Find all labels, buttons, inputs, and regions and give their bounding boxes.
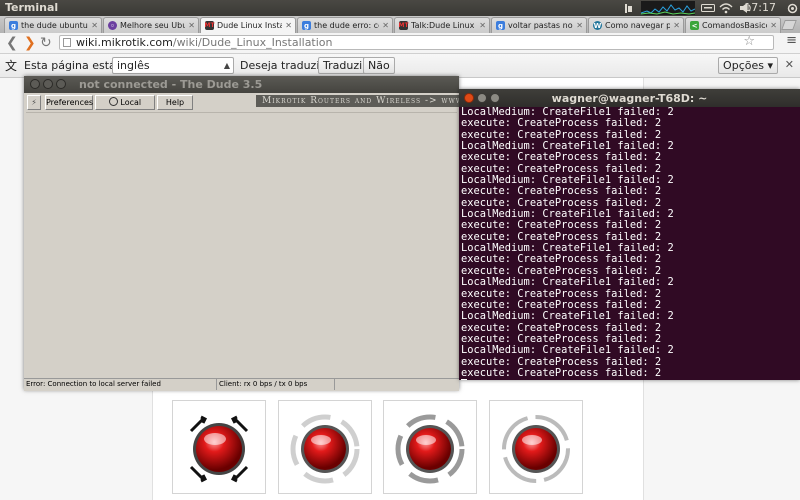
active-app-title: Terminal <box>5 1 59 14</box>
translate-icon: 文 <box>5 59 18 73</box>
dude-window-title: not connected - The Dude 3.5 <box>79 78 263 91</box>
red-button-gray-arrows-icon[interactable] <box>383 400 477 494</box>
tab-melhore-seu-ubuntu[interactable]: ◦ Melhore seu Ubun ✕ <box>103 17 199 33</box>
tab-title: the dude ubuntu - <box>21 21 89 30</box>
forward-arrow-icon[interactable]: ❯ <box>24 35 36 51</box>
url-input[interactable]: wiki.mikrotik.com/wiki/Dude_Linux_Instal… <box>59 35 774 50</box>
terminal-window[interactable]: wagner@wagner-T68D: ~ LocalMedium: Creat… <box>459 89 800 380</box>
tab-strip: g the dude ubuntu - ✕ ◦ Melhore seu Ubun… <box>0 16 800 33</box>
dropbox-icon[interactable] <box>622 0 634 16</box>
terminal-line: execute: CreateProcess failed: 2 <box>461 117 662 130</box>
tab-title: voltar pastas no te <box>508 21 573 30</box>
google-icon: g <box>302 21 311 30</box>
dude-status-bar: Error: Connection to local server failed… <box>24 378 459 391</box>
address-bar: ❮ ❯ ↻ wiki.mikrotik.com/wiki/Dude_Linux_… <box>0 33 800 54</box>
terminal-line: LocalMedium: CreateFile1 failed: 2 <box>461 310 674 323</box>
status-empty <box>334 379 459 390</box>
dude-workspace <box>26 112 457 379</box>
no-translate-button[interactable]: Não <box>363 57 395 74</box>
tab-dude-linux-installation[interactable]: MT Dude Linux Installa ✕ <box>200 17 296 33</box>
tab-the-dude-ubuntu[interactable]: g the dude ubuntu - ✕ <box>4 17 102 33</box>
system-monitor-icon[interactable] <box>640 0 696 16</box>
bookmark-star-icon[interactable]: ☆ <box>743 35 755 48</box>
status-client: Client: rx 0 bps / tx 0 bps <box>216 379 334 390</box>
green-icon: < <box>690 21 699 30</box>
dude-window[interactable]: not connected - The Dude 3.5 ⚡ Preferenc… <box>24 76 459 391</box>
close-tab-icon[interactable]: ✕ <box>770 21 777 30</box>
close-tab-icon[interactable]: ✕ <box>576 21 583 30</box>
mikrotik-banner[interactable]: Mikrotik Routers and Wireless -> www <box>256 95 459 107</box>
tab-the-dude-erro[interactable]: g the dude erro: con ✕ <box>297 17 393 33</box>
red-button-black-arrows-icon[interactable] <box>172 400 266 494</box>
minimize-window-icon[interactable] <box>43 79 53 89</box>
terminal-window-title: wagner@wagner-T68D: ~ <box>551 92 708 105</box>
menu-icon[interactable]: ≡ <box>786 33 797 48</box>
url-path: /wiki/Dude_Linux_Installation <box>172 36 333 49</box>
tab-title: the dude erro: con <box>314 21 379 30</box>
tab-voltar-pastas[interactable]: g voltar pastas no te ✕ <box>491 17 587 33</box>
wordpress-icon: W <box>593 21 602 30</box>
options-button[interactable]: Opções ▾ <box>718 57 778 74</box>
google-icon: g <box>9 21 18 30</box>
back-arrow-icon[interactable]: ❮ <box>6 35 18 51</box>
tab-title: Como navegar pelo <box>605 21 670 30</box>
terminal-line: execute: CreateProcess failed: 2 <box>461 366 662 379</box>
server-status-icon <box>108 97 118 106</box>
mikrotik-icon: MT <box>204 21 215 30</box>
power-gear-icon[interactable] <box>786 0 798 16</box>
keyboard-icon[interactable] <box>700 0 716 16</box>
help-button[interactable]: Help <box>157 95 193 110</box>
mikrotik-icon: MT <box>398 21 409 30</box>
close-window-icon[interactable] <box>30 79 40 89</box>
language-select[interactable]: inglês ▲ <box>112 57 234 74</box>
google-icon: g <box>496 21 505 30</box>
wifi-icon[interactable] <box>718 0 734 16</box>
maximize-window-icon[interactable] <box>56 79 66 89</box>
ubuntu-icon: ◦ <box>108 21 117 30</box>
close-tab-icon[interactable]: ✕ <box>188 21 195 30</box>
tab-title: Melhore seu Ubun <box>120 21 186 30</box>
local-server-button[interactable]: Local Server <box>95 95 155 120</box>
preferences-button[interactable]: Preferences <box>45 95 93 110</box>
terminal-output[interactable]: LocalMedium: CreateFile1 failed: 2 execu… <box>461 107 800 380</box>
tab-como-navegar[interactable]: W Como navegar pelo ✕ <box>588 17 684 33</box>
close-translate-icon[interactable]: ✕ <box>785 58 794 71</box>
close-tab-icon[interactable]: ✕ <box>673 21 680 30</box>
new-tab-button[interactable] <box>781 20 797 30</box>
reload-icon[interactable]: ↻ <box>40 35 52 51</box>
connect-lightning-icon[interactable]: ⚡ <box>27 95 41 110</box>
terminal-title-bar[interactable]: wagner@wagner-T68D: ~ <box>459 89 800 107</box>
chevron-down-icon: ▲ <box>223 61 230 70</box>
tab-title: Dude Linux Installa <box>217 21 282 30</box>
tab-comandos-basicos[interactable]: < ComandosBasicos - ✕ <box>685 17 781 33</box>
url-host: wiki.mikrotik.com <box>76 36 173 49</box>
page-icon <box>63 38 71 47</box>
close-tab-icon[interactable]: ✕ <box>479 21 486 30</box>
dude-title-bar[interactable]: not connected - The Dude 3.5 <box>24 76 459 93</box>
options-label: Opções <box>723 59 764 72</box>
red-button-gray-arrows-icon[interactable] <box>278 400 372 494</box>
close-tab-icon[interactable]: ✕ <box>91 21 98 30</box>
red-button-circular-arrows-icon[interactable] <box>489 400 583 494</box>
clock[interactable]: 17:17 <box>744 1 776 14</box>
terminal-line: LocalMedium: CreateFile1 failed: 2 <box>461 276 674 289</box>
close-tab-icon[interactable]: ✕ <box>382 21 389 30</box>
close-tab-icon[interactable]: ✕ <box>285 21 292 30</box>
translate-bar: 文 Esta página está em inglês ▲ Deseja tr… <box>0 54 800 78</box>
terminal-prompt-line[interactable] <box>461 379 800 380</box>
language-select-value: inglês <box>117 59 150 72</box>
tab-title: Talk:Dude Linux In <box>411 21 476 30</box>
terminal-line: LocalMedium: CreateFile1 failed: 2 <box>461 344 674 357</box>
tab-title: ComandosBasicos - <box>702 21 767 30</box>
terminal-cursor <box>461 379 467 380</box>
status-error: Error: Connection to local server failed <box>26 380 161 388</box>
tab-talk-dude-linux[interactable]: MT Talk:Dude Linux In ✕ <box>394 17 490 33</box>
top-panel: Terminal 17:17 <box>0 0 800 16</box>
